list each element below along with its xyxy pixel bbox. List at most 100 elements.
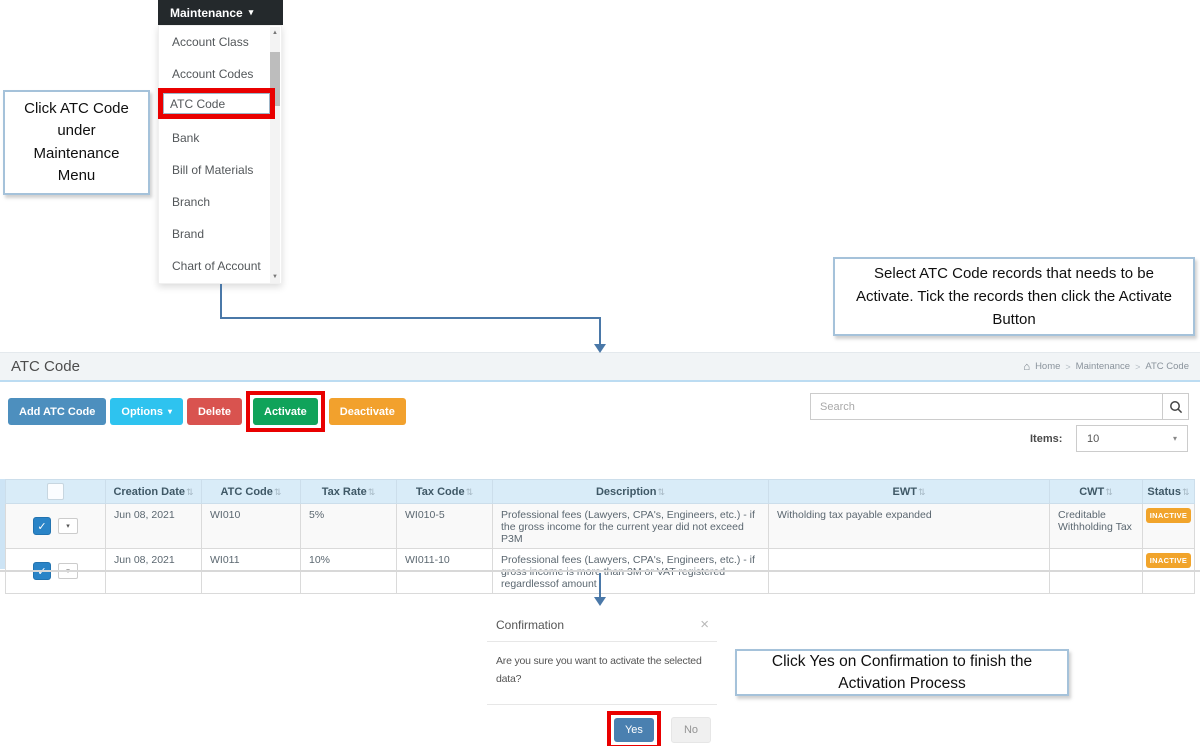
maintenance-menu-button[interactable]: Maintenance ▾	[158, 0, 283, 25]
cell-atc-code: WI010	[202, 504, 301, 549]
activate-button[interactable]: Activate	[253, 398, 318, 425]
sort-icon: ⇅	[1105, 487, 1113, 497]
breadcrumb-maintenance[interactable]: Maintenance	[1076, 361, 1130, 372]
items-label: Items:	[1030, 433, 1062, 445]
search-input[interactable]	[810, 393, 1163, 420]
flow-arrowhead-2	[594, 597, 606, 606]
cell-cwt: Creditable Withholding Tax	[1050, 504, 1143, 549]
options-button[interactable]: Options ▾	[110, 398, 183, 425]
header-label: ATC Code	[221, 486, 273, 498]
atc-code-page: ATC Code ⌂ Home > Maintenance > ATC Code…	[0, 352, 1200, 573]
add-atc-code-button[interactable]: Add ATC Code	[8, 398, 106, 425]
cell-ewt: Witholding tax payable expanded	[769, 504, 1050, 549]
cell-description: Professional fees (Lawyers, CPA's, Engin…	[493, 504, 769, 549]
dropdown-scrollbar[interactable]: ▲ ▼	[270, 27, 280, 283]
row-checkbox-checked[interactable]: ✓	[33, 517, 51, 535]
status-badge: INACTIVE	[1146, 508, 1191, 523]
status-badge: INACTIVE	[1146, 553, 1191, 568]
page-title-bar: ATC Code ⌂ Home > Maintenance > ATC Code	[0, 353, 1200, 382]
header-tax-rate[interactable]: Tax Rate⇅	[301, 480, 397, 504]
annotation-click-atc-code: Click ATC Code under Maintenance Menu	[3, 90, 150, 195]
dialog-title: Confirmation	[496, 618, 564, 632]
annotation-text: Click Yes on Confirmation to finish the …	[747, 651, 1057, 694]
no-button[interactable]: No	[671, 717, 711, 743]
menu-item-branch[interactable]: Branch	[159, 186, 281, 218]
chevron-down-icon: ▾	[249, 7, 254, 18]
cell-tax-code: WI010-5	[397, 504, 493, 549]
sort-icon: ⇅	[918, 487, 926, 497]
home-icon: ⌂	[1023, 361, 1030, 373]
tutorial-canvas: Maintenance ▾ Account Class Account Code…	[0, 0, 1200, 746]
yes-button[interactable]: Yes	[614, 718, 654, 742]
deactivate-button[interactable]: Deactivate	[329, 398, 406, 425]
cell-creation-date: Jun 08, 2021	[106, 504, 202, 549]
scroll-down-icon[interactable]: ▼	[270, 274, 280, 280]
breadcrumb-separator: >	[1065, 362, 1070, 372]
maintenance-menu-label: Maintenance	[170, 6, 243, 20]
sort-icon: ⇅	[466, 487, 474, 497]
header-atc-code[interactable]: ATC Code⇅	[202, 480, 301, 504]
sort-icon: ⇅	[274, 487, 282, 497]
header-label: Tax Rate	[322, 486, 367, 498]
chevron-down-icon: ▾	[168, 407, 172, 416]
breadcrumb: ⌂ Home > Maintenance > ATC Code	[1023, 361, 1189, 373]
menu-item-bill-of-materials[interactable]: Bill of Materials	[159, 154, 281, 186]
page-bottom-edge	[0, 570, 1200, 572]
check-icon: ✓	[37, 520, 46, 533]
activate-highlight-box: Activate	[246, 391, 325, 432]
header-label: Status	[1147, 486, 1181, 498]
atc-code-table: Creation Date⇅ ATC Code⇅ Tax Rate⇅ Tax C…	[5, 479, 1195, 594]
header-creation-date[interactable]: Creation Date⇅	[106, 480, 202, 504]
close-icon[interactable]: ×	[700, 617, 709, 632]
menu-item-atc-code-highlighted[interactable]: ATC Code	[163, 93, 270, 114]
search-button[interactable]	[1162, 393, 1189, 420]
header-ewt[interactable]: EWT⇅	[769, 480, 1050, 504]
chevron-down-icon: ▾	[66, 522, 70, 530]
maintenance-dropdown-panel: Account Class Account Codes ATC Code Ban…	[158, 25, 282, 284]
row-select-cell: ✓ ▾	[6, 504, 106, 549]
header-status[interactable]: Status⇅	[1143, 480, 1195, 504]
header-label: CWT	[1079, 486, 1104, 498]
scroll-up-icon[interactable]: ▲	[270, 30, 280, 36]
yes-highlight-box: Yes	[607, 711, 661, 746]
annotation-select-records: Select ATC Code records that needs to be…	[833, 257, 1195, 336]
dialog-header: Confirmation ×	[487, 610, 717, 641]
dialog-message: Are you sure you want to activate the se…	[487, 642, 717, 704]
header-tax-code[interactable]: Tax Code⇅	[397, 480, 493, 504]
header-cwt[interactable]: CWT⇅	[1050, 480, 1143, 504]
cell-tax-rate: 5%	[301, 504, 397, 549]
menu-item-account-class[interactable]: Account Class	[159, 26, 281, 58]
items-per-page-select[interactable]: 10 ▾	[1076, 425, 1188, 452]
select-all-header	[6, 480, 106, 504]
menu-item-brand[interactable]: Brand	[159, 218, 281, 250]
table-row: ✓ ▾ Jun 08, 2021 WI010 5% WI010-5 Profes…	[6, 504, 1195, 549]
search-icon	[1169, 400, 1183, 414]
annotation-click-yes: Click Yes on Confirmation to finish the …	[735, 649, 1069, 696]
menu-item-chart-of-account[interactable]: Chart of Account	[159, 250, 281, 282]
dialog-footer: Yes No	[487, 705, 717, 746]
header-label: Creation Date	[113, 486, 185, 498]
select-all-checkbox[interactable]	[47, 483, 64, 500]
atc-code-highlight-box: ATC Code	[158, 88, 275, 119]
confirmation-dialog: Confirmation × Are you sure you want to …	[487, 610, 717, 746]
row-actions-button[interactable]: ▾	[58, 518, 78, 534]
breadcrumb-home[interactable]: Home	[1035, 361, 1060, 372]
sort-icon: ⇅	[1182, 487, 1190, 497]
page-title: ATC Code	[11, 358, 80, 375]
annotation-text: Click ATC Code under Maintenance Menu	[22, 98, 131, 188]
delete-button[interactable]: Delete	[187, 398, 242, 425]
sort-icon: ⇅	[657, 487, 665, 497]
table-header-row: Creation Date⇅ ATC Code⇅ Tax Rate⇅ Tax C…	[6, 480, 1195, 504]
options-button-label: Options	[121, 406, 163, 418]
toolbar: Add ATC Code Options ▾ Delete Activate D…	[8, 391, 406, 432]
header-label: Description	[596, 486, 657, 498]
header-description[interactable]: Description⇅	[493, 480, 769, 504]
menu-item-bank[interactable]: Bank	[159, 122, 281, 154]
breadcrumb-separator: >	[1135, 362, 1140, 372]
menu-item-account-codes[interactable]: Account Codes	[159, 58, 281, 90]
flow-arrow-menu-to-page	[221, 284, 600, 345]
sort-icon: ⇅	[368, 487, 376, 497]
breadcrumb-atc-code: ATC Code	[1145, 361, 1189, 372]
annotation-text: Select ATC Code records that needs to be…	[848, 262, 1180, 332]
items-select-value: 10	[1087, 433, 1099, 445]
